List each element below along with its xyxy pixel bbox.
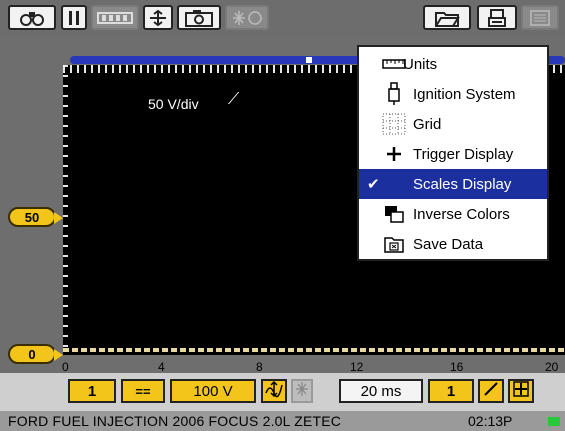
asterisk-icon xyxy=(231,9,263,27)
menu-item-save-data[interactable]: Save Data xyxy=(359,229,547,259)
scale-slope-mark: ⟋ xyxy=(228,91,240,108)
menu-label-grid: Grid xyxy=(413,115,442,133)
menu-label-scales-display: Scales Display xyxy=(413,175,512,193)
left-tick-marks xyxy=(63,65,68,355)
trigger-channel-button[interactable]: 1 xyxy=(428,379,474,403)
x-label-8: 8 xyxy=(256,360,263,374)
grid-icon xyxy=(379,112,409,136)
printer-icon xyxy=(487,8,507,27)
waveform-trace xyxy=(63,348,565,352)
folder-icon xyxy=(434,9,460,27)
plus-icon xyxy=(379,142,409,166)
auto-scale-icon xyxy=(295,381,309,401)
cursor-icon xyxy=(148,9,168,27)
x-axis-labels: 0 4 8 12 16 20 xyxy=(60,360,565,374)
channel-button[interactable]: 1 xyxy=(68,379,116,403)
open-folder-button[interactable] xyxy=(423,5,471,30)
pause-button[interactable] xyxy=(61,5,87,30)
menu-icon xyxy=(530,9,550,26)
camera-icon xyxy=(184,9,214,27)
print-button[interactable] xyxy=(477,5,517,30)
scope-screen: 50 V/div ⟋ 50 0 0 4 8 12 16 20 1 == 100 … xyxy=(0,0,565,431)
camera-button[interactable] xyxy=(177,5,221,30)
trigger-position-button[interactable] xyxy=(508,379,534,403)
menu-label-trigger-display: Trigger Display xyxy=(413,145,514,163)
vehicle-info: FORD FUEL INJECTION 2006 FOCUS 2.0L ZETE… xyxy=(8,413,342,429)
vertical-adjust-button[interactable] xyxy=(261,379,287,403)
binoculars-button[interactable] xyxy=(8,5,56,30)
pause-icon xyxy=(67,10,81,26)
battery-button[interactable] xyxy=(91,5,139,30)
menu-button[interactable] xyxy=(521,5,559,30)
scale-label: 50 V/div xyxy=(148,96,199,112)
inverse-colors-icon xyxy=(379,202,409,226)
volts-per-div-button[interactable]: 100 V xyxy=(170,379,256,403)
upper-level-marker[interactable]: 50 xyxy=(8,207,63,227)
zero-level-marker[interactable]: 0 xyxy=(8,344,63,364)
menu-item-ignition[interactable]: Ignition System xyxy=(359,79,547,109)
status-led xyxy=(548,417,560,426)
status-bar: FORD FUEL INJECTION 2006 FOCUS 2.0L ZETE… xyxy=(0,411,565,431)
options-menu: Units Ignition System Grid Trigger Displ… xyxy=(357,45,549,261)
menu-item-scales-display[interactable]: ✔ Scales Display xyxy=(359,169,547,199)
menu-label-save-data: Save Data xyxy=(413,235,484,253)
menu-label-ignition: Ignition System xyxy=(413,85,516,103)
auto-scale-button[interactable] xyxy=(291,379,313,403)
check-icon: ✔ xyxy=(367,176,380,193)
battery-icon xyxy=(97,11,133,24)
menu-item-grid[interactable]: Grid xyxy=(359,109,547,139)
menu-item-units[interactable]: Units xyxy=(359,49,547,79)
menu-label-inverse-colors: Inverse Colors xyxy=(413,205,510,223)
x-label-0: 0 xyxy=(62,360,69,374)
timeline-knob[interactable] xyxy=(306,57,312,63)
top-toolbar xyxy=(0,0,565,36)
menu-label-units: Units xyxy=(403,55,438,73)
save-data-icon xyxy=(379,232,409,256)
menu-item-trigger-display[interactable]: Trigger Display xyxy=(359,139,547,169)
control-bar: 1 == 100 V 20 ms 1 xyxy=(0,373,565,411)
menu-item-inverse-colors[interactable]: Inverse Colors xyxy=(359,199,547,229)
clock: 02:13P xyxy=(468,413,513,429)
time-per-div-button[interactable]: 20 ms xyxy=(339,379,423,403)
x-label-16: 16 xyxy=(450,360,464,374)
coupling-button[interactable]: == xyxy=(121,379,165,403)
asterisk-button[interactable] xyxy=(225,5,269,30)
vertical-adjust-icon xyxy=(264,380,284,402)
crosshair-icon xyxy=(512,380,530,402)
cursor-button[interactable] xyxy=(143,5,173,30)
x-label-12: 12 xyxy=(350,360,364,374)
trigger-slope-button[interactable] xyxy=(478,379,504,403)
x-label-4: 4 xyxy=(158,360,165,374)
slope-icon xyxy=(482,380,500,402)
x-label-20: 20 xyxy=(545,360,559,374)
binoculars-icon xyxy=(19,9,45,27)
spark-plug-icon xyxy=(379,82,409,106)
